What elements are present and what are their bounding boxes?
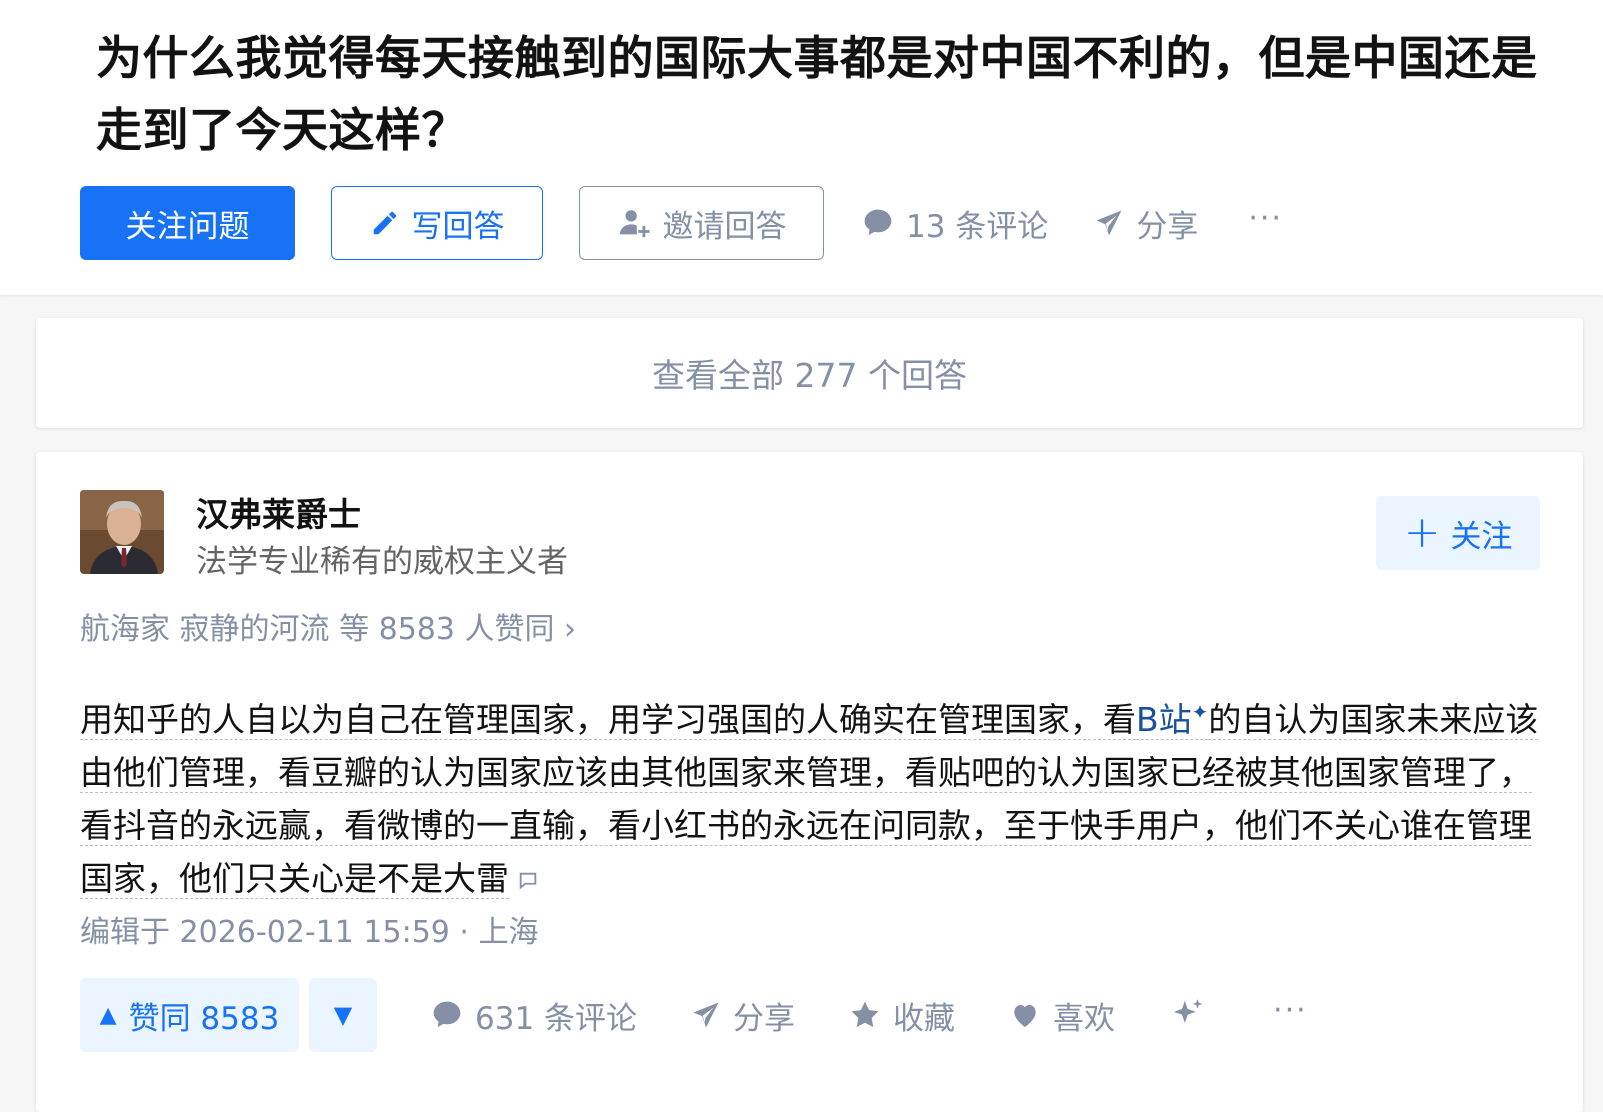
write-answer-label: 写回答: [411, 208, 505, 245]
question-header: 为什么我觉得每天接触到的国际大事都是对中国不利的，但是中国还是走到了今天这样？ …: [0, 0, 1603, 295]
question-more-button[interactable]: ···: [1248, 201, 1283, 246]
answer-actions: ▲ 赞同 8583 ▼ 631 条评论 分享 收藏 喜欢 ···: [80, 978, 1308, 1052]
author-name[interactable]: 汉弗莱爵士: [196, 488, 361, 536]
plus-icon: +: [1403, 507, 1441, 558]
avatar[interactable]: [80, 490, 164, 574]
upvote-label: 赞同 8583: [128, 1000, 280, 1037]
comment-icon: [864, 209, 892, 235]
pencil-icon: [373, 211, 396, 235]
paper-plane-icon: [693, 1002, 719, 1028]
like-button[interactable]: 喜欢: [1009, 993, 1115, 1038]
answer-more-button[interactable]: ···: [1273, 993, 1308, 1038]
question-share-label: 分享: [1136, 208, 1199, 245]
sparkle-icon: [1173, 999, 1203, 1023]
answer-share-button[interactable]: 分享: [691, 993, 795, 1038]
question-actions: 关注问题 写回答 邀请回答 13 条评论 分享 ···: [80, 186, 1283, 260]
sparkle-icon: ✦: [1191, 700, 1209, 724]
author-bio: 法学专业稀有的威权主义者: [196, 544, 568, 580]
answer-content: 用知乎的人自以为自己在管理国家，用学习强国的人确实在管理国家，看B站✦的自认为国…: [80, 686, 1540, 905]
bilibili-link[interactable]: B站✦: [1136, 700, 1209, 740]
paper-plane-icon: [1096, 210, 1122, 236]
answer-comments-button[interactable]: 631 条评论: [431, 993, 637, 1038]
downvote-button[interactable]: ▼: [309, 978, 377, 1052]
star-icon: [851, 1001, 879, 1027]
bilibili-link-label: B站: [1136, 700, 1192, 739]
heart-icon: [1014, 1005, 1036, 1027]
add-user-icon: [619, 210, 650, 238]
invite-answer-label: 邀请回答: [662, 208, 787, 245]
answer-share-label: 分享: [733, 1000, 796, 1037]
question-comments-label: 13 条评论: [906, 208, 1049, 245]
collect-label: 收藏: [893, 1000, 956, 1037]
inline-comment-icon[interactable]: [517, 870, 539, 892]
upvote-button[interactable]: ▲ 赞同 8583: [80, 978, 299, 1052]
comment-icon: [433, 1001, 461, 1027]
triangle-up-icon: ▲: [99, 1002, 117, 1028]
answer-card: 汉弗莱爵士 法学专业稀有的威权主义者 + 关注 航海家 寂静的河流 等 8583…: [36, 452, 1583, 1112]
collect-button[interactable]: 收藏: [849, 993, 955, 1038]
like-label: 喜欢: [1053, 1000, 1116, 1037]
ai-sparkle-button[interactable]: [1169, 996, 1219, 1034]
answer-text-part1: 用知乎的人自以为自己在管理国家，用学习强国的人确实在管理国家，看: [80, 700, 1136, 740]
write-answer-button[interactable]: 写回答: [331, 186, 543, 260]
follow-question-button[interactable]: 关注问题: [80, 186, 295, 260]
question-share-button[interactable]: 分享: [1094, 201, 1198, 246]
invite-answer-button[interactable]: 邀请回答: [579, 186, 824, 260]
voters-summary[interactable]: 航海家 寂静的河流 等 8583 人赞同 ›: [80, 604, 576, 648]
answer-comments-label: 631 条评论: [475, 1000, 638, 1037]
follow-author-label: 关注: [1450, 518, 1513, 555]
edit-timestamp: 编辑于 2026-02-11 15:59 · 上海: [80, 915, 539, 950]
follow-author-button[interactable]: + 关注: [1376, 496, 1540, 570]
view-all-answers-button[interactable]: 查看全部 277 个回答: [36, 318, 1583, 428]
triangle-down-icon: ▼: [333, 1001, 353, 1029]
question-title: 为什么我觉得每天接触到的国际大事都是对中国不利的，但是中国还是走到了今天这样？: [96, 31, 1538, 157]
question-comments-button[interactable]: 13 条评论: [862, 201, 1048, 246]
